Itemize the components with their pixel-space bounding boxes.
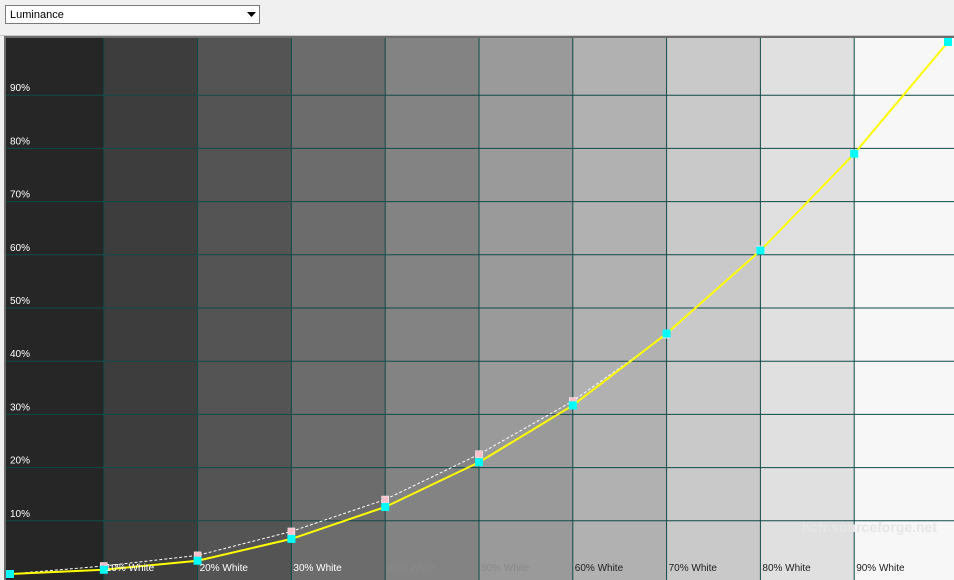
y-tick-label: 60%	[10, 243, 30, 254]
watermark-text: hcfr.sourceforge.net	[802, 519, 938, 535]
gray-ramp-background	[6, 38, 954, 580]
gray-band	[666, 38, 761, 580]
measured-point	[662, 329, 671, 338]
x-tick-label: 80% White	[762, 563, 811, 574]
y-tick-label: 80%	[10, 136, 30, 147]
x-tick-label: 60% White	[575, 563, 624, 574]
mode-select[interactable]: Luminance	[5, 5, 260, 24]
gray-band	[291, 38, 386, 580]
gray-band	[572, 38, 667, 580]
gray-band	[197, 38, 292, 580]
luminance-chart: 10% 20% 30% 40% 50% 60% 70% 80% 90% 10% White 20%…	[6, 38, 954, 580]
measured-point	[850, 149, 859, 158]
gray-band	[760, 38, 855, 580]
x-tick-label: 90% White	[856, 563, 905, 574]
y-tick-label: 90%	[10, 83, 30, 94]
y-tick-label: 20%	[10, 456, 30, 467]
measured-point	[6, 570, 14, 578]
luminance-chart-frame: 10% 20% 30% 40% 50% 60% 70% 80% 90% 10% White 20%…	[4, 36, 954, 580]
measured-point	[568, 401, 577, 410]
reference-point	[381, 495, 389, 504]
chevron-down-icon[interactable]	[243, 6, 259, 23]
measured-point	[944, 38, 952, 46]
reference-point	[287, 527, 296, 536]
x-tick-label: 40% White	[387, 563, 436, 574]
mode-select-value: Luminance	[10, 8, 64, 21]
x-tick-label: 50% White	[481, 563, 530, 574]
gray-band	[854, 38, 954, 580]
x-tick-label: 20% White	[200, 563, 249, 574]
x-tick-label: 10% White	[106, 563, 155, 574]
measured-point	[287, 534, 296, 543]
reference-point	[475, 450, 483, 459]
gray-band	[6, 38, 104, 580]
y-tick-label: 70%	[10, 190, 30, 201]
x-tick-label: 30% White	[293, 563, 342, 574]
toolbar: Luminance	[0, 0, 954, 36]
measured-point	[475, 458, 483, 467]
y-tick-label: 30%	[10, 402, 30, 413]
y-tick-label: 50%	[10, 296, 30, 307]
gray-band	[385, 38, 479, 580]
x-axis-ticks: 10% White 20% White 30% White 40% White 50% …	[106, 563, 905, 574]
measured-point	[756, 246, 765, 255]
gray-band	[103, 38, 198, 580]
y-tick-label: 40%	[10, 349, 30, 360]
y-tick-label: 10%	[10, 509, 30, 520]
x-tick-label: 70% White	[669, 563, 718, 574]
gray-band	[479, 38, 573, 580]
measured-point	[381, 502, 390, 511]
